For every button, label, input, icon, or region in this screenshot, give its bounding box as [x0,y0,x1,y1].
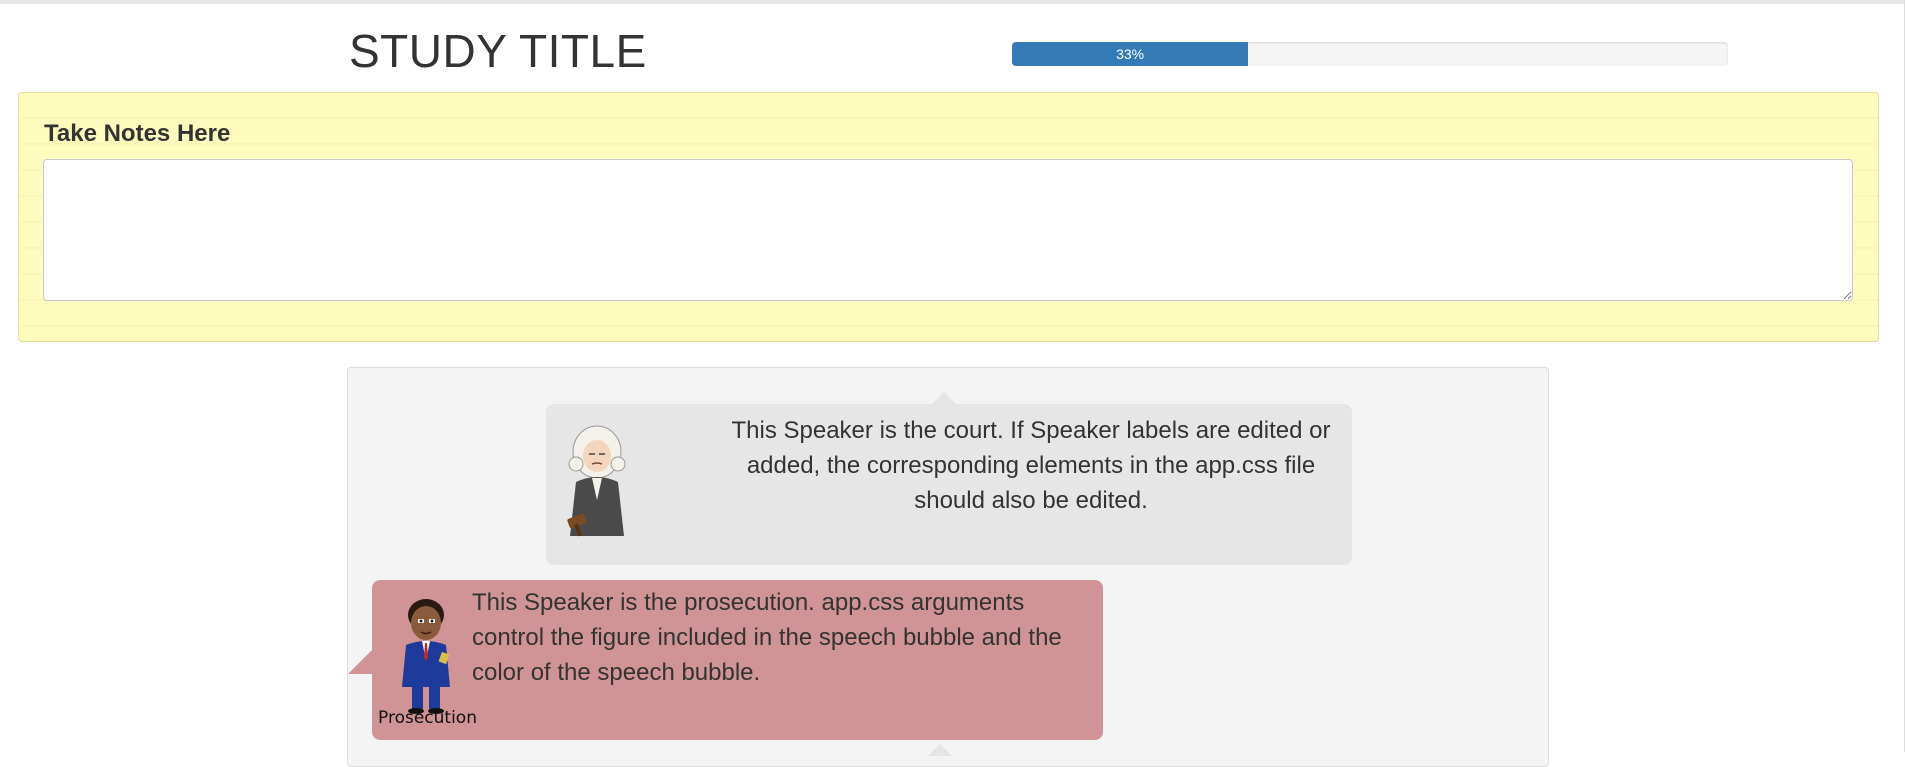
progress-label: 33% [1116,46,1145,62]
speaker-caption: Prosecution [378,708,477,728]
bubble-pointer [932,392,956,404]
notes-label: Take Notes Here [44,120,231,147]
notes-textarea[interactable] [43,159,1853,301]
notes-panel: Take Notes Here [18,92,1879,342]
progress-bar-track: 33% [1012,42,1728,66]
prosecutor-avatar-icon [402,599,450,714]
transcript-panel: This Speaker is the court. If Speaker la… [347,367,1549,767]
speech-bubble-prosecution: Prosecution This Speaker is the prosecut… [348,580,1103,740]
next-bubble-pointer [928,744,952,756]
bubble-pointer [348,650,372,674]
bubble-text: This Speaker is the prosecution. app.css… [472,589,1062,686]
top-border [0,0,1905,4]
progress-bar-fill: 33% [1012,42,1249,66]
judge-avatar-icon [567,425,626,537]
study-title: STUDY TITLE [349,25,647,77]
speech-bubble-court: This Speaker is the court. If Speaker la… [546,392,1352,565]
bubble-text: This Speaker is the court. If Speaker la… [731,417,1331,514]
